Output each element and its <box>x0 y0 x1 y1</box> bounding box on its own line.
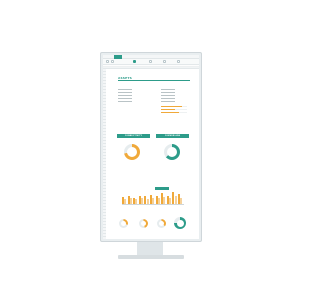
sheet-area: ASSETS CONNECTIVITY CONVERSION <box>107 69 198 237</box>
bar-chart <box>122 191 184 204</box>
donut-chart <box>124 144 140 160</box>
small-donut-chart <box>119 219 128 228</box>
fill-icon[interactable] <box>133 60 136 63</box>
left-panel-row-label <box>118 88 132 90</box>
progress-fill <box>161 106 182 108</box>
right-panel-row-label <box>161 88 175 90</box>
align-icon[interactable] <box>149 60 152 63</box>
right-panel-row-label <box>161 91 175 93</box>
progress-fill <box>161 112 180 114</box>
small-donut-hole <box>141 221 146 226</box>
paste-icon[interactable] <box>106 60 109 63</box>
banner-connectivity: CONNECTIVITY <box>117 134 150 138</box>
small-donut-hole <box>121 221 126 226</box>
small-donut-hole <box>176 219 184 227</box>
right-panel-row <box>161 100 191 102</box>
left-panel-row-label <box>118 100 132 102</box>
title-rule <box>118 80 190 81</box>
number-format-icon[interactable] <box>163 60 166 63</box>
donut-hole <box>167 147 177 157</box>
bar-series-b <box>163 196 166 204</box>
donut-hole <box>127 147 137 157</box>
progress-track <box>161 112 187 114</box>
right-panel-row <box>161 94 191 96</box>
right-panel-row-label <box>161 97 175 99</box>
left-panel-row <box>118 94 150 96</box>
small-donut-chart <box>157 219 166 228</box>
left-panel-row-label <box>118 97 132 99</box>
progress-track <box>161 109 187 111</box>
chart-tag <box>155 187 169 190</box>
left-panel-row <box>118 100 150 102</box>
right-panel-row <box>161 88 191 90</box>
monitor-stand-base <box>118 255 184 259</box>
monitor-stand-neck <box>137 242 163 256</box>
format-icon[interactable] <box>111 60 114 63</box>
small-donut-chart <box>139 219 148 228</box>
bar-chart-baseline <box>122 204 184 205</box>
small-donut-chart <box>174 217 186 229</box>
progress-track <box>161 106 187 108</box>
right-panel-row-label <box>161 100 175 102</box>
donut-chart <box>164 144 180 160</box>
left-panel-row <box>118 88 150 90</box>
right-panel-row-label <box>161 94 175 96</box>
right-panel-row <box>161 97 191 99</box>
left-panel-row <box>118 97 150 99</box>
row-headers <box>103 69 106 239</box>
styles-icon[interactable] <box>177 60 180 63</box>
bar-series-b <box>174 196 177 204</box>
left-panel-row-label <box>118 94 132 96</box>
banner-conversion: CONVERSION <box>156 134 189 138</box>
progress-fill <box>161 109 176 111</box>
left-panel-row <box>118 91 150 93</box>
small-donut-hole <box>159 221 164 226</box>
right-panel-row <box>161 91 191 93</box>
left-panel-row-label <box>118 91 132 93</box>
spreadsheet-screen: ASSETS CONNECTIVITY CONVERSION <box>103 55 199 239</box>
